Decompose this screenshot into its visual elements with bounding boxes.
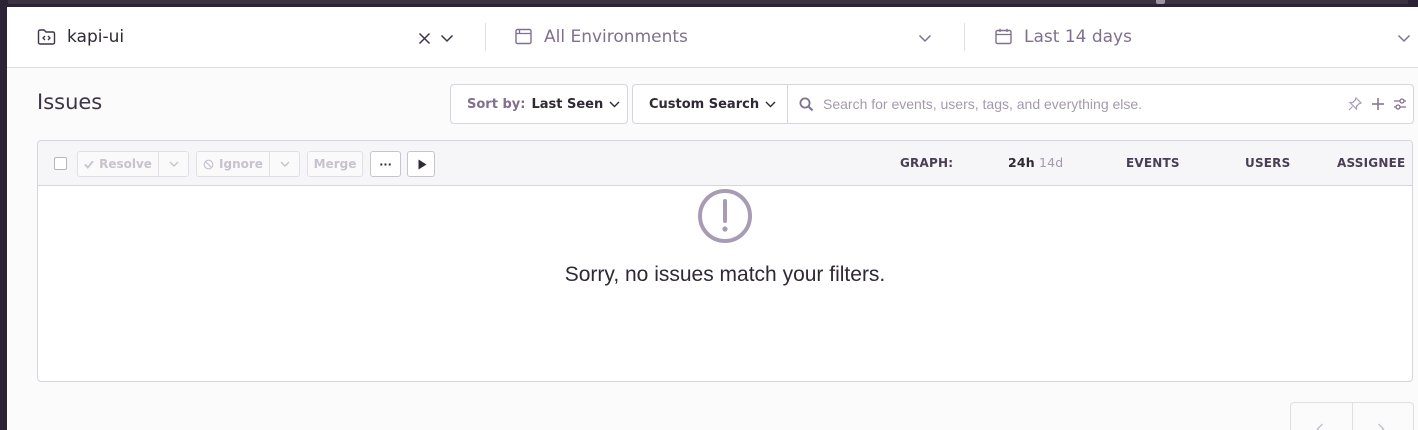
custom-search-dropdown[interactable]: Custom Search <box>633 85 788 123</box>
chevron-down-icon <box>609 101 620 108</box>
window-top-strip <box>0 0 1418 7</box>
global-selection-header: kapi-ui All Environments Last 14 days <box>7 7 1418 68</box>
merge-label: Merge <box>313 157 357 171</box>
ignore-label: Ignore <box>219 157 263 171</box>
sort-by-value: Last Seen <box>531 96 604 112</box>
graph-24h-toggle[interactable]: 24h <box>1008 155 1035 170</box>
chevron-down-icon <box>765 101 776 108</box>
plus-icon[interactable] <box>1371 97 1385 111</box>
ellipsis-icon: ··· <box>379 157 392 171</box>
pin-icon[interactable] <box>1348 97 1362 111</box>
resolve-dropdown-button[interactable] <box>158 151 189 177</box>
search-bar: Custom Search <box>632 84 1414 124</box>
chevron-down-icon[interactable] <box>917 30 933 46</box>
close-icon[interactable] <box>416 30 432 46</box>
ignore-dropdown-button[interactable] <box>269 151 300 177</box>
events-column-header: EVENTS <box>1126 156 1180 170</box>
resolve-button[interactable]: Resolve <box>77 151 159 177</box>
environment-window-icon <box>514 27 532 45</box>
calendar-icon <box>994 27 1012 45</box>
chevron-down-icon[interactable] <box>439 30 455 46</box>
custom-search-label: Custom Search <box>649 96 760 112</box>
project-folder-icon <box>36 27 56 47</box>
chevron-down-icon <box>280 161 290 167</box>
graph-column-label: GRAPH: <box>900 156 954 170</box>
prohibited-icon <box>203 159 214 170</box>
users-column-header: USERS <box>1245 156 1291 170</box>
page-title: Issues <box>37 90 103 114</box>
pagination <box>1290 402 1414 430</box>
project-name[interactable]: kapi-ui <box>67 25 124 49</box>
chevron-down-icon <box>169 161 179 167</box>
chevron-down-icon[interactable] <box>1396 30 1412 46</box>
sort-by-label: Sort by: <box>467 96 526 112</box>
sort-by-dropdown[interactable]: Sort by: Last Seen <box>450 84 628 124</box>
empty-state-message: Sorry, no issues match your filters. <box>564 263 886 286</box>
search-icon <box>799 97 814 112</box>
pagination-divider <box>1352 403 1353 430</box>
checkmark-icon <box>84 160 94 169</box>
select-all-checkbox[interactable] <box>54 157 67 170</box>
environment-selector[interactable]: All Environments <box>544 25 688 49</box>
graph-14d-toggle[interactable]: 14d <box>1039 155 1063 170</box>
issues-panel: Resolve Ignore Merge ··· GRAPH: 24h 14d … <box>37 140 1413 382</box>
search-input[interactable] <box>823 94 1333 114</box>
merge-button[interactable]: Merge <box>307 151 363 177</box>
assignee-column-header: ASSIGNEE <box>1337 156 1406 170</box>
more-actions-button[interactable]: ··· <box>370 151 401 177</box>
header-divider <box>485 23 486 51</box>
issues-toolbar: Resolve Ignore Merge ··· GRAPH: 24h 14d … <box>38 141 1412 186</box>
window-top-bar <box>8 0 1408 4</box>
settings-sliders-icon[interactable] <box>1393 97 1407 111</box>
window-top-tab <box>1156 0 1165 4</box>
issues-page: kapi-ui All Environments Last 14 days Is… <box>7 7 1418 430</box>
header-divider <box>964 23 965 51</box>
realtime-play-button[interactable] <box>407 151 435 177</box>
chevron-right-icon[interactable] <box>1377 423 1385 430</box>
resolve-label: Resolve <box>99 157 152 171</box>
date-range-selector[interactable]: Last 14 days <box>1024 25 1132 49</box>
exclamation-circle-icon <box>697 188 753 244</box>
chevron-left-icon[interactable] <box>1316 423 1324 430</box>
ignore-button[interactable]: Ignore <box>196 151 270 177</box>
play-icon <box>418 159 427 170</box>
